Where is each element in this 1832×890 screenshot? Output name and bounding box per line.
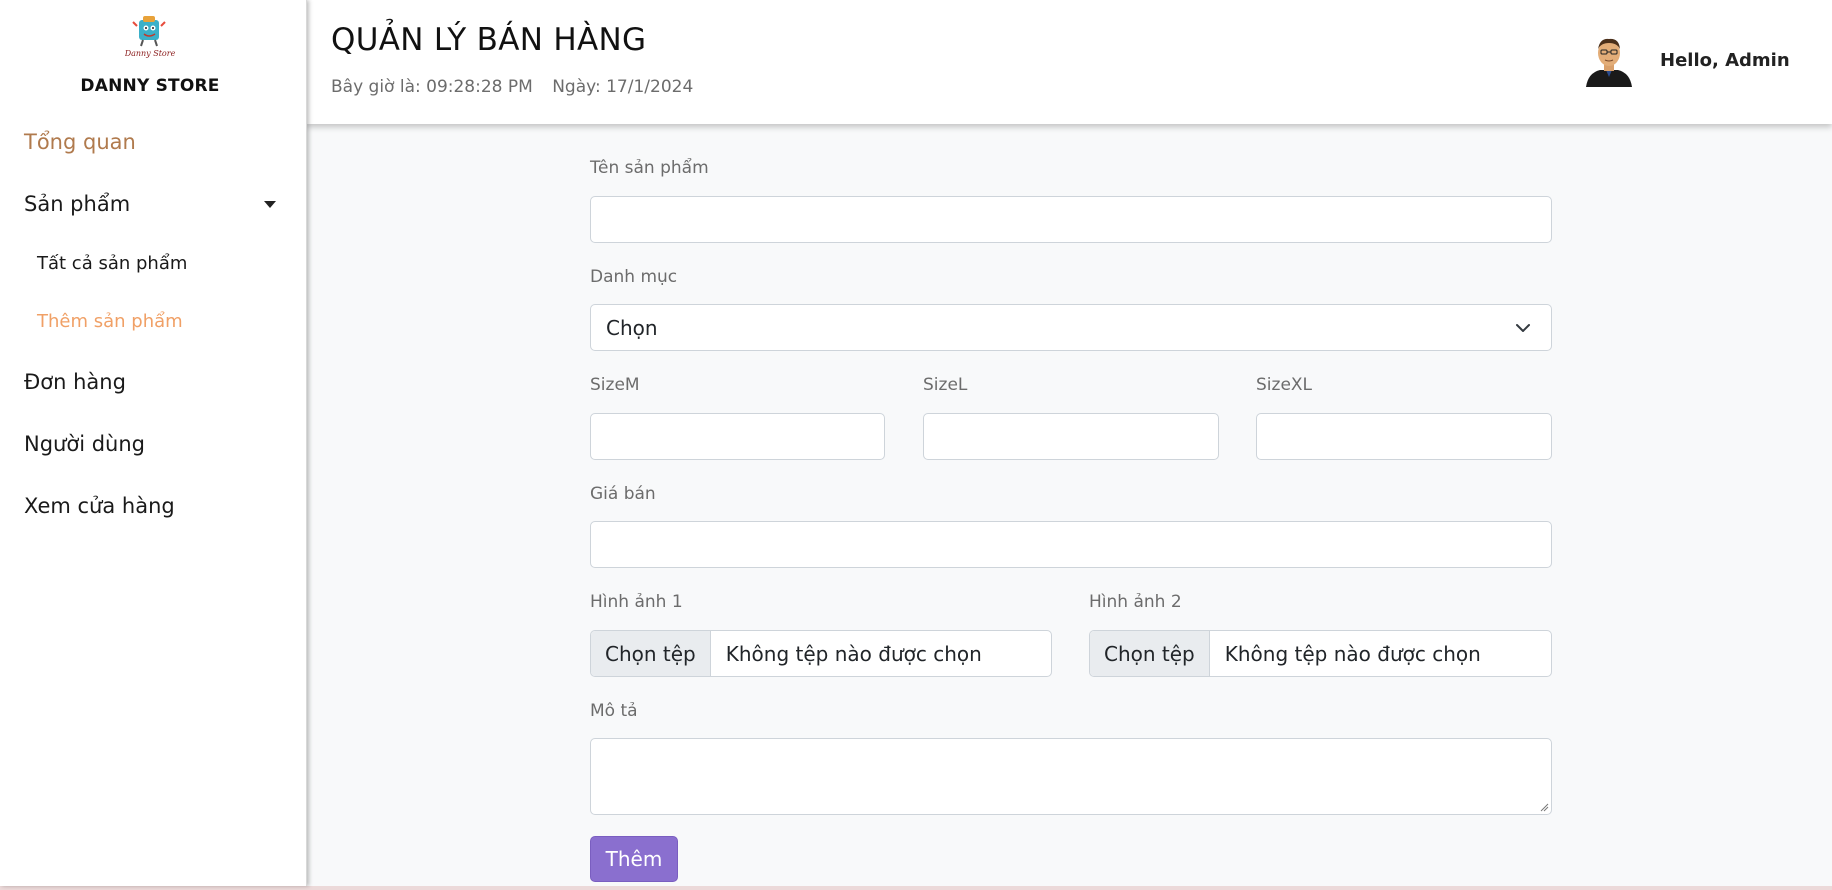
image2-file-input[interactable]: Chọn tệp Không tệp nào được chọn: [1089, 630, 1552, 677]
description-label: Mô tả: [590, 701, 638, 721]
category-selected-value: Chọn: [606, 316, 658, 340]
sidebar-subitem-all-products[interactable]: Tất cả sản phẩm: [37, 253, 187, 274]
size-l-input[interactable]: [923, 413, 1219, 460]
image1-file-input[interactable]: Chọn tệp Không tệp nào được chọn: [590, 630, 1052, 677]
page-title: QUẢN LÝ BÁN HÀNG: [331, 22, 647, 58]
top-header: QUẢN LÝ BÁN HÀNG Bây giờ là: 09:28:28 PM…: [307, 0, 1832, 124]
price-input[interactable]: [590, 521, 1552, 568]
sidebar-item-products[interactable]: Sản phẩm: [24, 192, 130, 216]
chevron-down-icon: [1516, 324, 1530, 332]
sidebar-subitem-add-product[interactable]: Thêm sản phẩm: [37, 311, 183, 332]
datetime-line: Bây giờ là: 09:28:28 PM Ngày: 17/1/2024: [331, 77, 707, 97]
description-textarea[interactable]: [590, 738, 1552, 815]
logo-text: Danny Store: [125, 49, 175, 58]
greeting-text: Hello, Admin: [1660, 50, 1790, 71]
store-logo[interactable]: Danny Store: [125, 14, 175, 64]
sidebar-item-users[interactable]: Người dùng: [24, 432, 145, 456]
size-m-input[interactable]: [590, 413, 885, 460]
size-m-label: SizeM: [590, 375, 640, 395]
image1-label: Hình ảnh 1: [590, 592, 683, 612]
size-xl-label: SizeXL: [1256, 375, 1313, 395]
product-name-input[interactable]: [590, 196, 1552, 243]
category-label: Danh mục: [590, 267, 678, 287]
size-xl-input[interactable]: [1256, 413, 1552, 460]
image2-label: Hình ảnh 2: [1089, 592, 1182, 612]
bottom-divider: [0, 886, 1832, 890]
image1-choose-file-button[interactable]: Chọn tệp: [591, 631, 711, 676]
current-date: Ngày: 17/1/2024: [552, 77, 694, 97]
logo-wrap: Danny Store: [0, 14, 300, 64]
image2-choose-file-button[interactable]: Chọn tệp: [1090, 631, 1210, 676]
sidebar-item-orders[interactable]: Đơn hàng: [24, 370, 126, 394]
brand-name: DANNY STORE: [80, 76, 220, 96]
add-product-button[interactable]: Thêm: [590, 836, 678, 882]
size-l-label: SizeL: [923, 375, 968, 395]
caret-down-icon[interactable]: [264, 201, 276, 208]
resize-grip-icon[interactable]: [1539, 802, 1549, 812]
admin-avatar[interactable]: [1582, 33, 1636, 87]
sidebar-item-overview[interactable]: Tổng quan: [24, 130, 136, 154]
current-time: Bây giờ là: 09:28:28 PM: [331, 77, 533, 97]
sidebar-item-view-store[interactable]: Xem cửa hàng: [24, 494, 175, 518]
price-label: Giá bán: [590, 484, 656, 504]
product-name-label: Tên sản phẩm: [590, 158, 709, 178]
image1-file-status: Không tệp nào được chọn: [725, 641, 982, 666]
category-select[interactable]: Chọn: [590, 304, 1552, 351]
sidebar: Danny Store DANNY STORE Tổng quan Sản ph…: [0, 0, 307, 886]
image2-file-status: Không tệp nào được chọn: [1224, 641, 1481, 666]
